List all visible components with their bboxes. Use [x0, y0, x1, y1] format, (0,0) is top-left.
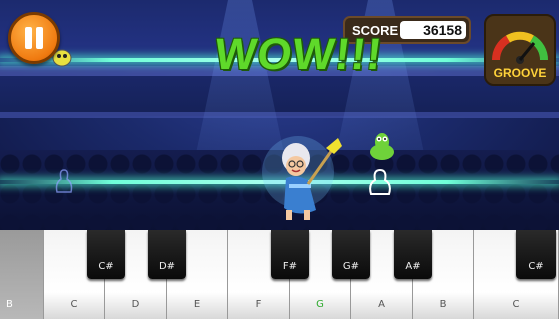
- piano-key-note-label: G: [316, 299, 324, 310]
- pause-icon: [36, 27, 43, 49]
- green-note-creature-icon: [370, 133, 394, 160]
- piano-black-key[interactable]: F#: [271, 230, 309, 279]
- middle-balcony: [0, 76, 559, 116]
- piano-key-note-label: A#: [405, 261, 421, 272]
- piano-key-note-label: F#: [282, 261, 298, 272]
- dancing-granny-character: [262, 136, 342, 220]
- groove-meter: GROOVE: [484, 14, 556, 86]
- pause-button[interactable]: [8, 12, 60, 64]
- piano-keyboard: B C D E F G A B C C# D# F# G# A# C#: [0, 230, 559, 319]
- piano-key-note-label: C#: [98, 261, 114, 272]
- piano-key-note-label: B: [6, 299, 13, 310]
- piano-key-note-label: B: [439, 299, 447, 310]
- piano-key-note-label: E: [193, 299, 201, 310]
- piano-key-note-label: D: [131, 299, 140, 310]
- pause-icon: [25, 27, 32, 49]
- piano-black-key[interactable]: D#: [148, 230, 186, 279]
- groove-needle: [518, 42, 536, 61]
- piano-black-key[interactable]: C#: [87, 230, 125, 279]
- piano-black-key[interactable]: A#: [394, 230, 432, 279]
- game-stage: SCORE 36158 WOW!!! GROOVE B C D E F G A B C C# D# F…: [0, 0, 559, 319]
- piano-key-note-label: A: [378, 299, 385, 310]
- piano-key-note-label: C: [512, 299, 520, 310]
- balcony-rail-lower: [0, 112, 559, 118]
- piano-key-note-label: D#: [158, 261, 176, 272]
- piano-black-key[interactable]: C#: [516, 230, 556, 279]
- piano-key-note-label: F: [255, 299, 262, 310]
- piano-key-note-label: C: [70, 299, 78, 310]
- note-outline-icon: [55, 169, 73, 193]
- score-value: 36158: [400, 21, 466, 39]
- note-outline-icon: [369, 168, 391, 195]
- piano-key-note-label: C#: [528, 261, 544, 272]
- piano-key-note-label: G#: [342, 261, 360, 272]
- piano-white-key[interactable]: B: [0, 230, 44, 319]
- piano-black-key[interactable]: G#: [332, 230, 370, 279]
- groove-label: GROOVE: [493, 66, 547, 80]
- feedback-text: WOW!!!: [212, 30, 385, 79]
